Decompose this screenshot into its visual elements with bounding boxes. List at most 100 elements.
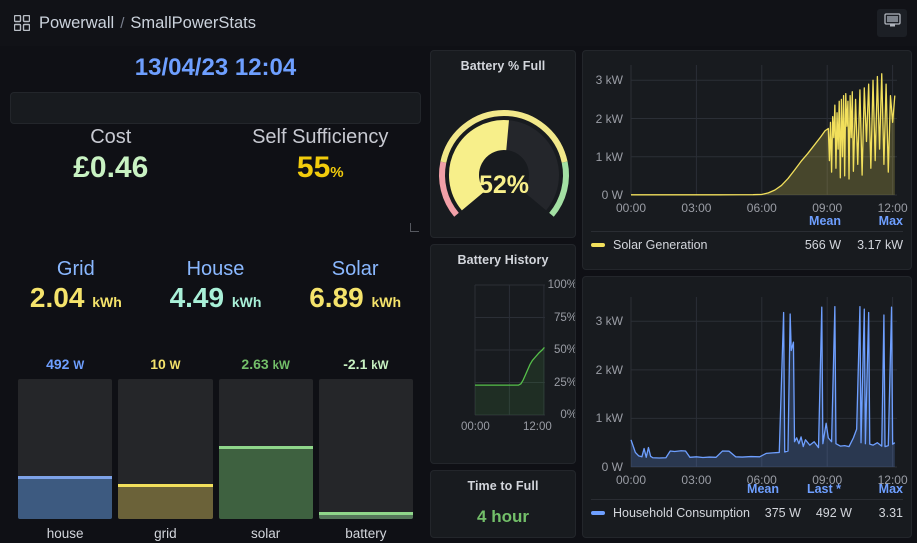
- bar-gauge-fill: [18, 475, 113, 519]
- bar-gauge-value: 2.63 kW: [219, 356, 313, 372]
- timeseries-plot[interactable]: [583, 51, 911, 221]
- stat-total-solar: Solar 6.89 kWh: [285, 258, 425, 314]
- bar-gauge-unit: W: [73, 360, 85, 372]
- panel-datetime: 13/04/23 12:04: [6, 48, 425, 88]
- stat-total-house: House 4.49 kWh: [146, 258, 286, 314]
- panel-instant-power-bars: 492 Whouse 10 Wgrid 2.63 kW solar -2.1 kW bat…: [6, 356, 425, 541]
- stat-total-grid: Grid 2.04 kWh: [6, 258, 146, 314]
- bar-gauge-track: [318, 379, 413, 519]
- bar-gauge-unit: kW: [272, 360, 290, 372]
- x-axis-tick: 00:00: [461, 421, 490, 433]
- datetime-value: 13/04/23 12:04: [134, 54, 297, 81]
- cost-value: £0.46: [73, 151, 149, 184]
- legend-series-value: 492 W: [815, 506, 852, 520]
- total-label: House: [186, 258, 245, 280]
- breadcrumb-dashboard-link[interactable]: Powerwall: [39, 14, 114, 33]
- panel-cost-selfsufficiency: Cost £0.46 Self Sufficiency 55%: [6, 126, 425, 236]
- bar-gauge-track: [18, 379, 113, 519]
- legend-series-value: 3.17 kW: [857, 238, 903, 252]
- bar-gauge-number: 492: [46, 356, 74, 372]
- legend-series-value: 566 W: [804, 238, 841, 252]
- legend-column-header[interactable]: Last *: [779, 482, 841, 496]
- bar-gauge-cap: [118, 484, 213, 487]
- total-number: 4.49: [169, 282, 232, 313]
- legend-series-row[interactable]: Household Consumption 375 W 492 W 3.31: [583, 500, 911, 520]
- timeseries-plot[interactable]: [583, 277, 911, 493]
- y-axis-tick: 1 kW: [595, 411, 623, 426]
- bar-gauge-label: solar: [250, 526, 281, 541]
- bar-gauge-track: [118, 379, 213, 519]
- time-to-full-title: Time to Full: [467, 479, 539, 493]
- x-axis-tick: 06:00: [746, 201, 777, 215]
- legend-column-header[interactable]: Mean: [779, 214, 841, 228]
- top-navigation-bar: Powerwall / SmallPowerStats: [0, 0, 917, 46]
- cost-label: Cost: [90, 126, 132, 148]
- legend-column-header[interactable]: Mean: [717, 482, 779, 496]
- legend-series-value: 375 W: [764, 506, 801, 520]
- total-number: 6.89: [309, 282, 372, 313]
- bar-gauge-value: 10 W: [118, 356, 212, 372]
- battery-gauge: 52%: [431, 75, 575, 225]
- legend-column-header[interactable]: Max: [841, 214, 903, 228]
- panel-time-to-full: Time to Full 4 hour: [430, 470, 576, 538]
- y-axis-tick: 50%: [553, 344, 576, 356]
- bar-gauge-unit: kW: [371, 360, 389, 372]
- dashboard-root: Powerwall / SmallPowerStats 13/04/23 12:…: [0, 0, 917, 543]
- bar-gauge-house: 492 Whouse: [18, 356, 113, 541]
- breadcrumb: Powerwall / SmallPowerStats: [13, 14, 256, 33]
- self-sufficiency-unit: %: [330, 164, 344, 181]
- panel-empty-strip: [10, 92, 421, 124]
- y-axis-tick: 0%: [560, 409, 576, 421]
- stat-self-sufficiency: Self Sufficiency 55%: [216, 126, 426, 185]
- legend: Mean Last * Max Household Consumption 375 W 4…: [583, 482, 911, 520]
- legend-color-swatch[interactable]: [591, 243, 605, 247]
- grid-icon[interactable]: [13, 14, 31, 32]
- y-axis-tick: 0 W: [601, 188, 623, 202]
- total-unit: kWh: [92, 294, 122, 310]
- plot-svg: [474, 284, 545, 416]
- legend: Mean Max Solar Generation 566 W 3.17 kW: [583, 214, 911, 252]
- total-unit: kWh: [371, 294, 402, 310]
- panel-battery-percent-full: Battery % Full 52%: [430, 50, 576, 238]
- y-axis-tick: 3 kW: [595, 73, 623, 88]
- bar-gauge-label: grid: [154, 526, 177, 541]
- bar-gauge-label: battery: [345, 526, 387, 541]
- kiosk-mode-button[interactable]: [877, 9, 907, 37]
- bar-gauge-fill: [118, 484, 213, 519]
- legend-column-header[interactable]: Max: [841, 482, 903, 496]
- y-axis-tick: 3 kW: [595, 314, 623, 329]
- bar-gauge-solar: 2.63 kW solar: [218, 356, 313, 541]
- total-value: 4.49 kWh: [146, 282, 286, 314]
- bar-gauge-cap: [18, 475, 113, 479]
- legend-header-row: Mean Max: [583, 214, 911, 231]
- bar-gauge-track: [218, 379, 313, 519]
- x-axis-tick: 00:00: [615, 201, 647, 215]
- legend-series-row[interactable]: Solar Generation 566 W 3.17 kW: [583, 232, 911, 252]
- bar-gauge-number: 2.63: [241, 356, 273, 372]
- bar-gauge-value: -2.1 kW: [319, 356, 413, 372]
- bar-gauge-value: 492 W: [18, 356, 112, 372]
- y-axis-tick: 25%: [553, 376, 576, 389]
- total-label: Solar: [331, 258, 379, 280]
- x-axis-tick: 12:00: [523, 421, 552, 433]
- breadcrumb-current-page[interactable]: SmallPowerStats: [130, 14, 256, 33]
- plot-svg: [630, 297, 897, 468]
- total-value: 2.04 kWh: [6, 282, 146, 314]
- battery-gauge-title: Battery % Full: [460, 59, 546, 73]
- plot-svg: [630, 65, 897, 196]
- bar-gauge-unit: W: [169, 360, 181, 372]
- self-sufficiency-value: 55%: [296, 151, 344, 184]
- panel-solar-generation: 0 W 1 kW 2 kW 3 kW 00:00 03:00 06:00 09:00 12:00…: [582, 50, 912, 270]
- panel-energy-totals: Grid 2.04 kWh House 4.49 kWh Solar 6.89 kWh: [6, 258, 425, 346]
- gauge-arc: [439, 109, 569, 217]
- battery-history-title: Battery History: [457, 253, 549, 267]
- panel-household-consumption: 0 W1 kW 2 kW 3 kW 00:00 03:00 06:00 09:00 12:00…: [582, 276, 912, 538]
- bar-gauge-battery: -2.1 kW battery: [318, 356, 413, 541]
- bar-gauge-cap: [318, 512, 413, 515]
- panel-resize-handle[interactable]: [410, 223, 419, 232]
- bar-gauge-cap: [218, 446, 313, 450]
- bar-gauge-grid: 10 Wgrid: [118, 356, 213, 541]
- x-axis-tick: 09:00: [812, 201, 843, 215]
- legend-color-swatch[interactable]: [591, 511, 605, 515]
- bar-gauge-number: 10: [150, 356, 170, 372]
